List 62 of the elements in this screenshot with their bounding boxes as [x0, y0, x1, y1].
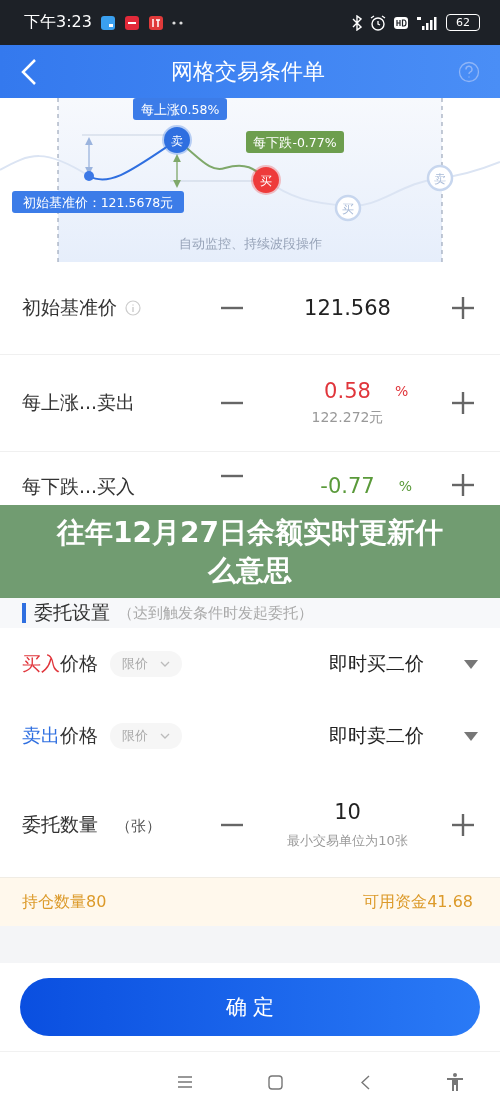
available-funds: 可用资金41.68 [363, 891, 473, 913]
price-select[interactable]: 即时买二价 [329, 651, 424, 677]
chevron-down-icon [160, 733, 170, 739]
status-time: 下午3:23 [24, 12, 92, 33]
home-square-icon[interactable] [267, 1074, 283, 1090]
dropdown-triangle-icon[interactable] [464, 731, 478, 741]
minus-icon[interactable] [221, 401, 243, 405]
section-note: （达到触发条件时发起委托） [118, 603, 313, 623]
plus-icon[interactable] [452, 474, 474, 496]
price-hint: 122.272元 [310, 409, 385, 427]
confirm-button[interactable]: 确 定 [20, 978, 480, 1036]
banner-title: 往年12月27日余额实时更新什么意思 [55, 514, 444, 589]
back-icon[interactable] [20, 57, 38, 86]
unit-label: % [398, 478, 413, 494]
quantity-hint: 最小交易单位为10张 [287, 831, 408, 850]
value-field[interactable]: 0.58 [324, 379, 371, 403]
sell-node: 卖 [426, 164, 454, 192]
fall-label: 每下跌-0.77% [246, 131, 344, 153]
back-icon[interactable] [360, 1074, 370, 1090]
app-notification-icon [123, 14, 140, 31]
hd-icon [394, 16, 408, 29]
minus-icon[interactable] [221, 474, 243, 478]
plus-icon[interactable] [452, 392, 474, 414]
minus-icon[interactable] [221, 822, 243, 827]
buy-node: 买 [251, 165, 281, 195]
sell-node: 卖 [162, 125, 192, 155]
chevron-down-icon [160, 661, 170, 667]
bluetooth-icon [352, 14, 362, 31]
base-point [84, 171, 94, 181]
alarm-icon [370, 14, 386, 31]
field-label: 卖出价格 [22, 723, 98, 748]
quantity-field[interactable]: 10 [334, 799, 361, 824]
signal-icon [416, 14, 438, 31]
app-notification-icon [147, 14, 164, 31]
field-label: 每下跌...买入 [22, 474, 136, 499]
price-select[interactable]: 即时卖二价 [329, 723, 424, 749]
position-count: 持仓数量80 [22, 891, 107, 913]
plus-icon[interactable] [452, 297, 474, 319]
plus-icon[interactable] [452, 813, 474, 836]
dropdown-triangle-icon[interactable] [464, 659, 478, 669]
app-notification-icon [99, 14, 116, 31]
value-field[interactable]: 121.568 [304, 296, 391, 320]
battery-level: 62 [446, 14, 480, 31]
page-title: 网格交易条件单 [170, 57, 326, 86]
field-label: 委托数量 [22, 812, 98, 835]
menu-icon[interactable] [178, 1076, 192, 1088]
diagram-caption: 自动监控、持续波段操作 [178, 236, 322, 251]
field-label: 买入价格 [22, 651, 98, 676]
field-label: 每上涨...卖出 [22, 390, 136, 415]
rise-label: 每上涨0.58% [133, 98, 227, 120]
base-price-label: 初始基准价：121.5678元 [12, 191, 184, 213]
field-label: 初始基准价 [22, 295, 117, 320]
value-field[interactable]: -0.77 [320, 474, 375, 498]
more-dots-icon [171, 20, 184, 25]
section-title: 委托设置 [34, 600, 110, 625]
accessibility-icon[interactable] [447, 1073, 463, 1091]
minus-icon[interactable] [221, 306, 243, 310]
fall-range-arrow [173, 154, 181, 188]
unit-label: （张） [116, 816, 161, 835]
buy-node: 买 [334, 194, 362, 222]
section-marker [22, 603, 26, 623]
unit-label: % [394, 383, 410, 399]
